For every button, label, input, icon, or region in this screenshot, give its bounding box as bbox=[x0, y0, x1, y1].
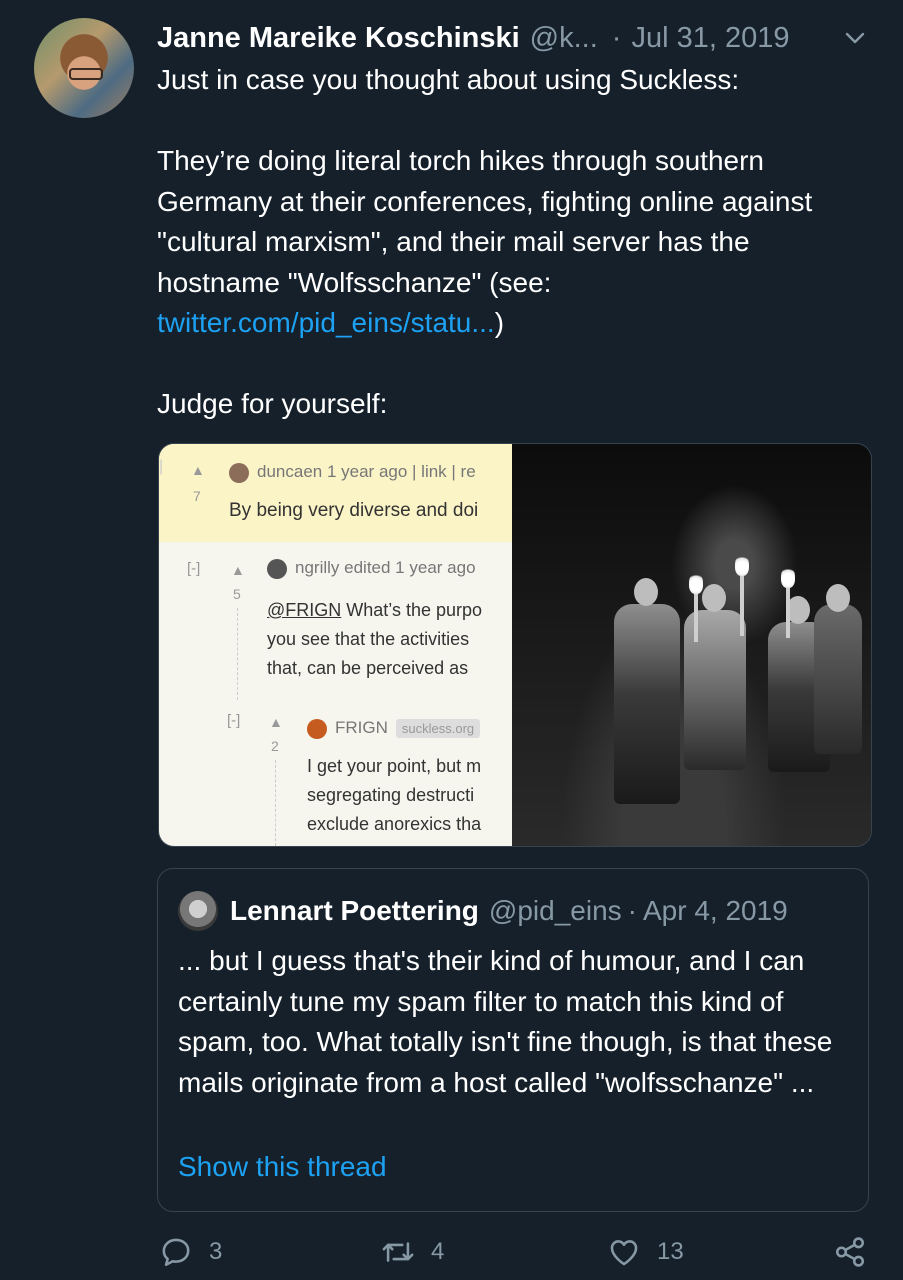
photo-torch bbox=[694, 592, 698, 642]
tweet-link[interactable]: twitter.com/pid_eins/statu... bbox=[157, 307, 495, 338]
photo-person-head bbox=[702, 584, 726, 612]
upvote-icon: ▲ bbox=[191, 462, 205, 478]
comment3-user: FRIGN bbox=[335, 718, 388, 737]
comment1-user: duncaen bbox=[257, 462, 323, 481]
photo-person-head bbox=[826, 584, 850, 612]
left-bracket: | bbox=[159, 458, 164, 475]
comment3-toggle: [-] bbox=[227, 712, 241, 729]
comment2-text: @FRIGN What’s the purpo you see that the… bbox=[267, 600, 483, 678]
photo-person-head bbox=[634, 578, 658, 606]
tweet-header: Janne Mareike Koschinski @k... · Jul 31,… bbox=[157, 18, 877, 58]
photo-flame bbox=[735, 554, 749, 576]
paragraph2-text: They’re doing literal torch hikes throug… bbox=[157, 145, 813, 298]
photo-person bbox=[614, 604, 680, 804]
highlighted-comment-band bbox=[159, 444, 512, 542]
heart-icon bbox=[610, 1240, 638, 1266]
comment2-avatar bbox=[267, 558, 287, 579]
media-image-torch-photo[interactable] bbox=[512, 444, 871, 846]
comment2-toggle: [-] bbox=[187, 560, 201, 577]
comment3-header: FRIGN suckless.org bbox=[307, 718, 481, 739]
quoted-author-handle: @pid_eins bbox=[488, 895, 622, 926]
upvote-icon: ▲ bbox=[269, 714, 283, 730]
quoted-date: Apr 4, 2019 bbox=[642, 895, 788, 926]
tweet-text-line1: Just in case you thought about using Suc… bbox=[157, 64, 740, 95]
like-count: 13 bbox=[657, 1238, 684, 1265]
comment3-tag: suckless.org bbox=[395, 719, 481, 738]
comment1-meta: 1 year ago | link | re bbox=[326, 462, 476, 481]
retweet-count: 4 bbox=[431, 1238, 445, 1265]
comment2-user: ngrilly bbox=[295, 558, 340, 577]
media-image-screenshot[interactable]: | ▲ duncaen 1 year ago | link | re 7 By … bbox=[159, 444, 512, 846]
share-button[interactable] bbox=[833, 1230, 867, 1274]
tweet-actions: 3 4 13 bbox=[157, 1230, 877, 1274]
photo-person bbox=[814, 604, 862, 754]
tweet-text-paragraph2: They’re doing literal torch hikes throug… bbox=[157, 141, 877, 344]
tweet-text: Just in case you thought about using Suc… bbox=[157, 60, 877, 425]
comment3-votes: 2 bbox=[271, 738, 279, 754]
comment1-text: By being very diverse and doi bbox=[229, 500, 479, 521]
retweet-button[interactable]: 4 bbox=[381, 1230, 444, 1274]
tweet-text-line3: Judge for yourself: bbox=[157, 388, 388, 419]
photo-flame bbox=[781, 566, 795, 588]
like-button[interactable]: 13 bbox=[607, 1230, 684, 1274]
reply-icon bbox=[162, 1238, 190, 1267]
author-handle[interactable]: @k... bbox=[530, 22, 598, 55]
chevron-down-icon[interactable] bbox=[843, 26, 867, 50]
comment1-avatar bbox=[229, 462, 249, 483]
upvote-icon: ▲ bbox=[231, 562, 245, 578]
quoted-author-name: Lennart Poettering bbox=[230, 895, 479, 926]
comment2-mention: @FRIGN bbox=[267, 600, 342, 620]
share-icon bbox=[835, 1237, 865, 1267]
comment1-votes: 7 bbox=[193, 488, 201, 504]
quoted-tweet[interactable]: Lennart Poettering @pid_eins · Apr 4, 20… bbox=[157, 868, 869, 1212]
quoted-separator: · bbox=[627, 895, 637, 926]
author-name[interactable]: Janne Mareike Koschinski bbox=[157, 22, 520, 55]
quoted-author-avatar bbox=[178, 891, 218, 931]
reply-count: 3 bbox=[209, 1238, 223, 1265]
avatar-glasses bbox=[69, 68, 103, 80]
quoted-tweet-header: Lennart Poettering @pid_eins · Apr 4, 20… bbox=[230, 891, 788, 931]
paragraph2-close: ) bbox=[494, 307, 505, 338]
comment2-meta: edited 1 year ago bbox=[344, 558, 476, 577]
header-separator: · bbox=[611, 21, 622, 54]
tweet-date[interactable]: Jul 31, 2019 bbox=[631, 22, 789, 55]
comment2-header: ngrilly edited 1 year ago bbox=[267, 558, 476, 579]
retweet-icon bbox=[382, 1242, 414, 1262]
comment3-text: I get your point, but m segregating dest… bbox=[307, 756, 482, 834]
photo-torch bbox=[786, 588, 790, 638]
comment1-header: duncaen 1 year ago | link | re bbox=[229, 462, 476, 483]
quoted-tweet-text: ... but I guess that's their kind of hum… bbox=[178, 945, 833, 1098]
comment3-avatar bbox=[307, 718, 327, 739]
comment2-votes: 5 bbox=[233, 586, 241, 602]
photo-torch bbox=[740, 576, 744, 636]
photo-flame bbox=[689, 572, 703, 594]
author-avatar[interactable] bbox=[34, 18, 134, 118]
show-thread-link[interactable]: Show this thread bbox=[178, 1151, 387, 1183]
reply-button[interactable]: 3 bbox=[159, 1230, 222, 1274]
tweet-media[interactable]: | ▲ duncaen 1 year ago | link | re 7 By … bbox=[158, 443, 872, 847]
